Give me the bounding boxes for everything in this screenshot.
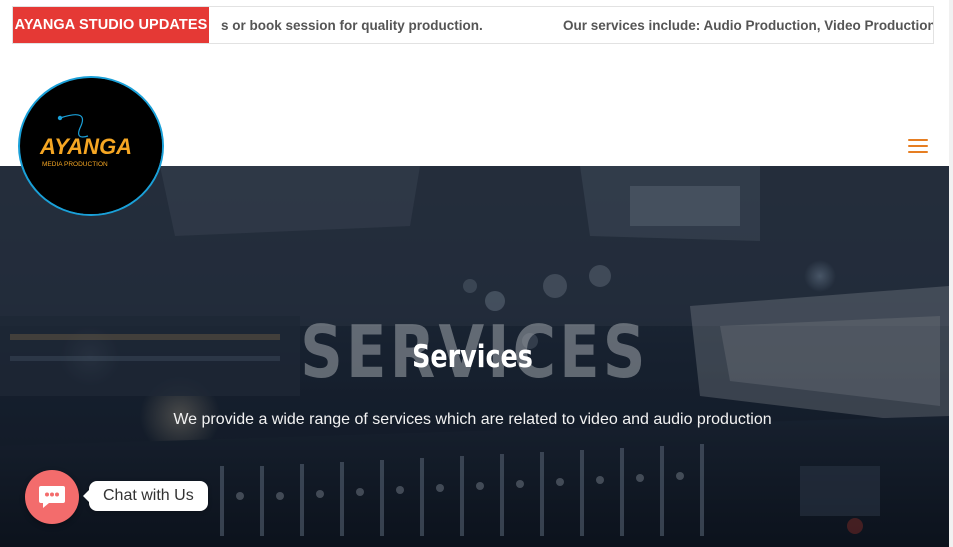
ticker-item[interactable]: Our services include: Audio Production, … (563, 7, 933, 43)
site-logo[interactable]: AYANGA MEDIA PRODUCTION (18, 76, 164, 216)
page-title: Services (412, 339, 533, 375)
hamburger-line (908, 151, 928, 153)
hamburger-line (908, 139, 928, 141)
ticker-item[interactable]: s or book session for quality production… (221, 7, 483, 43)
ticker-label: AYANGA STUDIO UPDATES (13, 7, 209, 43)
hero-subtitle: We provide a wide range of services whic… (173, 411, 772, 428)
logo-tagline-text: MEDIA PRODUCTION (42, 161, 108, 168)
chat-bubble-icon (39, 486, 65, 508)
logo-brand-text: AYANGA (39, 134, 132, 159)
hamburger-menu-icon[interactable] (908, 137, 930, 155)
chat-button[interactable] (25, 470, 79, 524)
news-ticker: AYANGA STUDIO UPDATES s or book session … (12, 6, 934, 44)
ticker-track: s or book session for quality production… (209, 7, 933, 43)
logo-graphic: AYANGA MEDIA PRODUCTION (23, 78, 162, 214)
hamburger-line (908, 145, 928, 147)
chat-label[interactable]: Chat with Us (83, 481, 208, 511)
page-scrollbar[interactable] (949, 0, 953, 547)
